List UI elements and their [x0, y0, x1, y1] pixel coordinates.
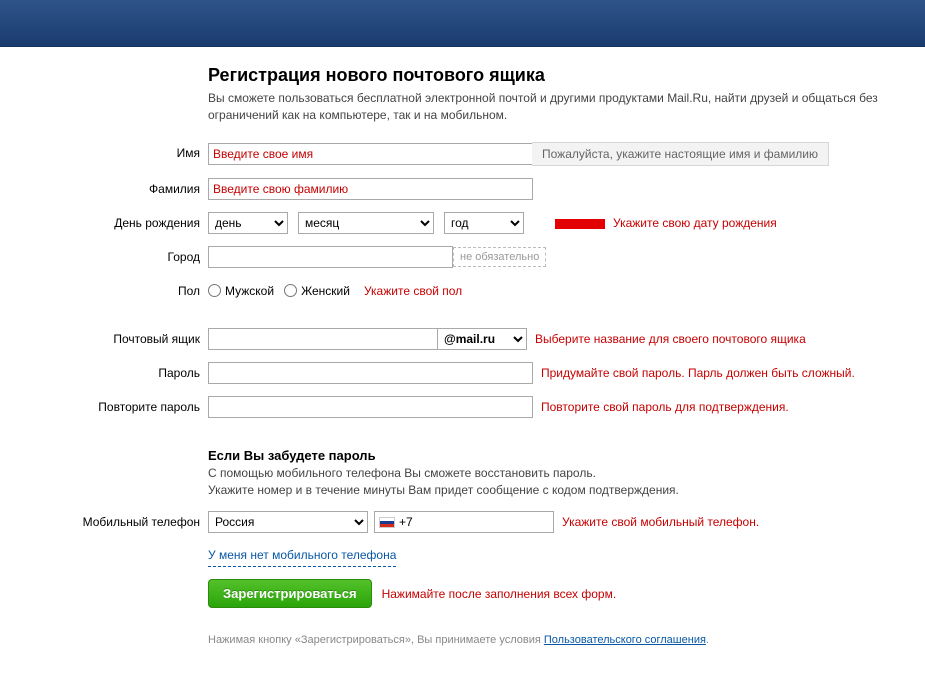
gender-error: Укажите свой пол [364, 280, 462, 302]
label-gender: Пол [0, 280, 208, 302]
label-password: Пароль [0, 362, 208, 384]
password-repeat-error: Повторите свой пароль для подтверждения. [541, 396, 789, 418]
recovery-heading: Если Вы забудете пароль [208, 448, 925, 463]
name-tip: Пожалуйста, укажите настоящие имя и фами… [532, 142, 829, 166]
page-subtitle: Вы сможете пользоваться бесплатной элект… [208, 90, 925, 124]
password-input[interactable] [208, 362, 533, 384]
page-header-block: Регистрация нового почтового ящика Вы см… [0, 65, 925, 124]
mailbox-domain-select[interactable]: @mail.ru [437, 328, 527, 350]
gender-female-radio[interactable]: Женский [284, 280, 350, 302]
city-optional-badge: не обязательно [453, 247, 546, 267]
city-input[interactable] [208, 246, 453, 268]
label-birthday: День рождения [0, 212, 208, 234]
user-agreement-link[interactable]: Пользовательского соглашения [544, 634, 706, 646]
register-note: Нажимайте после заполнения всех форм. [382, 587, 617, 601]
label-mailbox: Почтовый ящик [0, 328, 208, 350]
register-button[interactable]: Зарегистрироваться [208, 579, 372, 608]
label-last-name: Фамилия [0, 178, 208, 200]
birthday-error: Укажите свою дату рождения [613, 212, 777, 234]
birthday-day-select[interactable]: день [208, 212, 288, 234]
password-error: Придумайте свой пароль. Парль должен быт… [541, 362, 855, 384]
mailbox-input[interactable] [208, 328, 438, 350]
recovery-text-1: С помощью мобильного телефона Вы сможете… [208, 465, 925, 482]
mailbox-error: Выберите название для своего почтового я… [535, 328, 806, 350]
label-city: Город [0, 246, 208, 268]
ru-flag-icon [379, 517, 395, 528]
page-title: Регистрация нового почтового ящика [208, 65, 925, 86]
phone-number-input[interactable] [374, 511, 554, 533]
last-name-input[interactable] [208, 178, 533, 200]
phone-country-select[interactable]: Россия [208, 511, 368, 533]
birthday-year-select[interactable]: год [444, 212, 524, 234]
agree-text: Нажимая кнопку «Зарегистрироваться», Вы … [208, 634, 709, 646]
recovery-section: Если Вы забудете пароль С помощью мобиль… [0, 448, 925, 500]
birthday-month-select[interactable]: месяц [298, 212, 434, 234]
password-repeat-input[interactable] [208, 396, 533, 418]
no-phone-link[interactable]: У меня нет мобильного телефона [208, 545, 396, 567]
top-header-bar [0, 0, 925, 47]
label-password-repeat: Повторите пароль [0, 396, 208, 418]
first-name-input[interactable] [208, 143, 533, 165]
arrow-icon [530, 212, 605, 234]
phone-error: Укажите свой мобильный телефон. [562, 511, 759, 533]
label-first-name: Имя [0, 142, 208, 164]
gender-male-radio[interactable]: Мужской [208, 280, 274, 302]
label-phone: Мобильный телефон [0, 511, 208, 533]
recovery-text-2: Укажите номер и в течение минуты Вам при… [208, 482, 925, 499]
